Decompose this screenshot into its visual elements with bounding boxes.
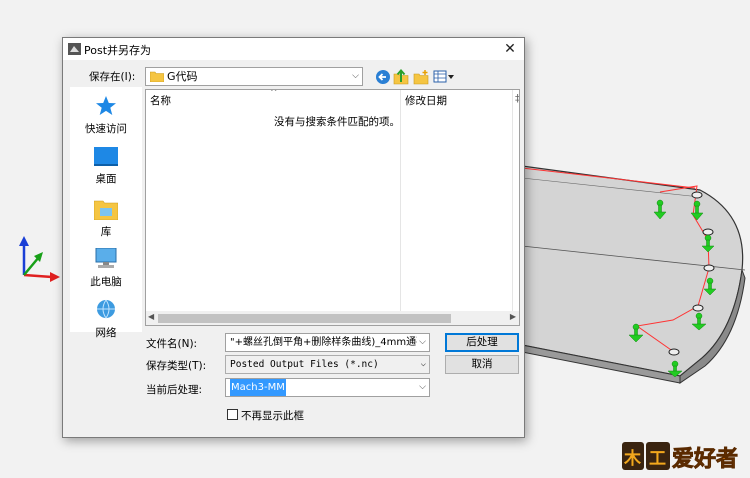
file-list[interactable]: 名称 ^ 修改日期 ‡ 没有与搜索条件匹配的项。 xyxy=(145,89,520,326)
star-icon xyxy=(96,96,116,115)
library-icon xyxy=(94,200,118,220)
places-bar: 快速访问 桌面 库 此电脑 网络 xyxy=(70,87,142,339)
column-separator xyxy=(512,90,513,325)
scrollbar-thumb[interactable] xyxy=(158,314,451,323)
up-folder-icon[interactable] xyxy=(393,69,409,85)
save-in-label: 保存在(I): xyxy=(89,71,136,83)
chevron-down-icon[interactable]: ⌵ xyxy=(417,334,426,351)
place-this-pc[interactable]: 此电脑 xyxy=(70,248,142,289)
place-label-this-pc: 此电脑 xyxy=(90,276,122,288)
place-label-quick-access: 快速访问 xyxy=(85,123,127,135)
folder-icon xyxy=(149,71,165,83)
dont-show-again-label[interactable]: 不再显示此框 xyxy=(241,408,304,423)
filename-input[interactable]: "+螺丝孔倒平角+删除样条曲线)_4mm通孔 ⌵ xyxy=(225,333,430,352)
postprocess-button[interactable]: 后处理 xyxy=(445,333,519,352)
save-in-value: G代码 xyxy=(167,70,198,83)
svg-text:工: 工 xyxy=(649,449,666,469)
svg-text:爱好者: 爱好者 xyxy=(672,446,738,472)
filetype-value: Posted Output Files (*.nc) xyxy=(230,359,379,370)
place-quick-access[interactable]: 快速访问 xyxy=(70,95,142,136)
horizontal-scrollbar[interactable]: ◀ ▶ xyxy=(145,311,520,326)
cad-part xyxy=(521,165,746,384)
filetype-dropdown[interactable]: Posted Output Files (*.nc) ⌵ xyxy=(225,355,430,374)
place-library[interactable]: 库 xyxy=(70,198,142,239)
postprocessor-value: Mach3-MM xyxy=(230,379,286,396)
dialog-title: Post并另存为 xyxy=(84,44,152,57)
place-label-network: 网络 xyxy=(95,327,117,339)
scroll-right-icon[interactable]: ▶ xyxy=(510,312,516,321)
app-icon xyxy=(68,43,81,55)
watermark-logo: 木 工 爱好者 xyxy=(622,442,738,472)
scroll-left-icon[interactable]: ◀ xyxy=(148,312,154,321)
postprocessor-dropdown[interactable]: Mach3-MM ⌵ xyxy=(225,378,430,397)
column-header-modified[interactable]: 修改日期 xyxy=(405,93,447,108)
empty-message: 没有与搜索条件匹配的项。 xyxy=(274,116,400,128)
computer-icon xyxy=(95,248,117,268)
place-label-library: 库 xyxy=(100,226,112,238)
desktop-icon xyxy=(94,147,118,166)
chevron-down-icon: ⌵ xyxy=(352,71,359,81)
back-icon[interactable] xyxy=(375,69,391,85)
cancel-button[interactable]: 取消 xyxy=(445,355,519,374)
filetype-label: 保存类型(T): xyxy=(146,360,207,372)
column-header-more[interactable]: ‡ xyxy=(515,93,519,105)
filename-value: "+螺丝孔倒平角+删除样条曲线)_4mm通孔 xyxy=(230,337,427,348)
place-label-desktop: 桌面 xyxy=(95,173,117,185)
svg-text:木: 木 xyxy=(623,448,642,469)
network-icon xyxy=(97,299,115,319)
column-header-name[interactable]: 名称 xyxy=(150,93,171,108)
sort-up-icon: ^ xyxy=(270,89,278,98)
filename-label: 文件名(N): xyxy=(146,338,198,350)
place-desktop[interactable]: 桌面 xyxy=(70,147,142,186)
dont-show-again-checkbox[interactable] xyxy=(227,409,238,420)
chevron-down-icon: ⌵ xyxy=(420,359,426,369)
view-menu-icon[interactable] xyxy=(433,69,455,85)
place-network[interactable]: 网络 xyxy=(70,299,142,340)
new-folder-icon[interactable] xyxy=(413,69,429,85)
dialog-title-bar[interactable]: Post并另存为 ✕ xyxy=(63,38,524,60)
post-save-as-dialog: Post并另存为 ✕ 保存在(I): G代码 ⌵ 快速访问 桌面 库 此电脑 网… xyxy=(62,37,525,438)
close-button[interactable]: ✕ xyxy=(500,39,520,59)
postprocessor-label: 当前后处理: xyxy=(146,384,203,396)
chevron-down-icon: ⌵ xyxy=(419,382,426,392)
save-in-dropdown[interactable]: G代码 ⌵ xyxy=(145,67,363,86)
column-separator xyxy=(400,90,401,325)
